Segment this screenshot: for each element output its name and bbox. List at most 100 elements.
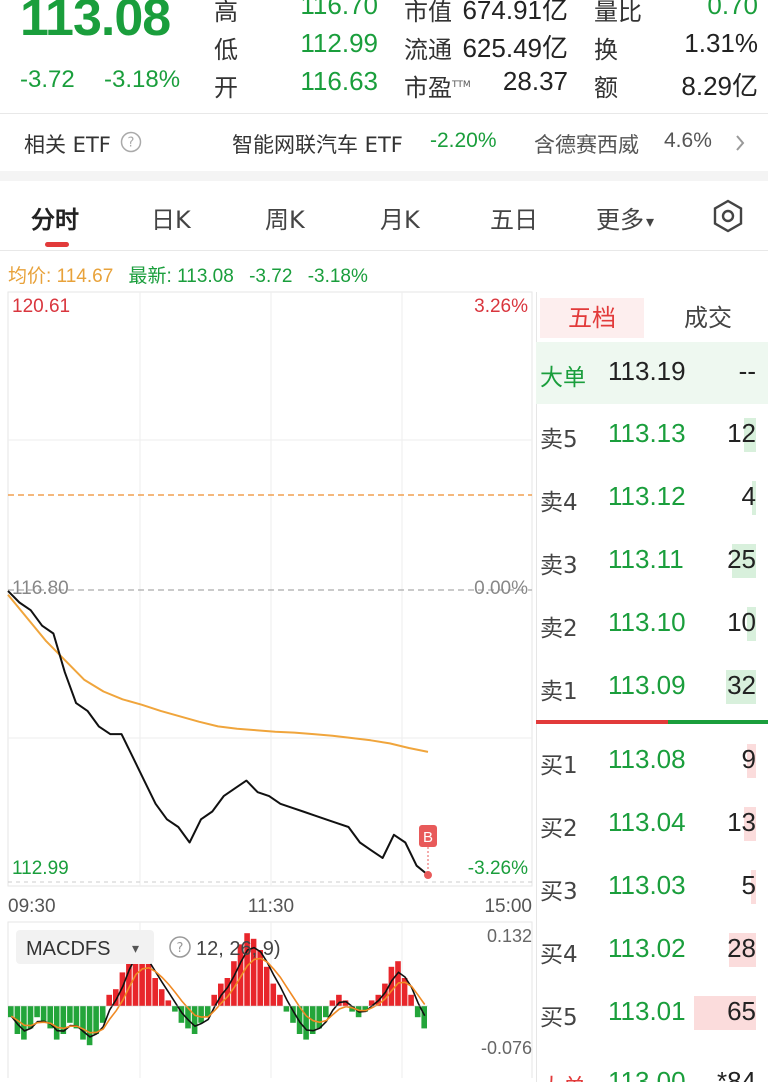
stat-turnover: 1.31% xyxy=(684,28,758,58)
bid-ask-ratio-green xyxy=(668,720,768,724)
stat-open: 116.63 xyxy=(300,66,378,96)
active-tab-indicator xyxy=(45,242,69,247)
etf-holding-pct: 4.6% xyxy=(664,129,712,152)
stat-pe: 28.37 xyxy=(502,66,568,96)
macd-bar xyxy=(40,1006,47,1023)
stat-float: 625.49亿 xyxy=(462,33,568,63)
ask-price: 113.11 xyxy=(608,544,684,574)
macd-bar xyxy=(408,994,414,1006)
macd-bar xyxy=(152,978,158,1006)
macd-bar xyxy=(303,1006,309,1040)
hexagon-settings-icon[interactable] xyxy=(710,198,746,238)
chart-info-line: 均价: 114.67 最新: 113.08 -3.72 -3.18% xyxy=(8,261,368,288)
last-change: -3.72 xyxy=(249,266,293,287)
last-price-value: 113.08 xyxy=(177,266,234,287)
stat-low: 112.99 xyxy=(300,28,378,58)
price-change-pct: -3.18% xyxy=(104,66,181,93)
divider xyxy=(0,113,768,114)
bid-row[interactable]: 买3 113.03 5 xyxy=(536,862,768,912)
macd-bar xyxy=(34,1006,40,1018)
ask-label: 卖1 xyxy=(540,679,578,705)
avg-price-series xyxy=(7,594,429,753)
intraday-chart[interactable]: 120.61 3.26% 116.80 0.00% 112.99 -3.26% … xyxy=(0,288,536,1082)
macd-bar xyxy=(53,1006,60,1040)
macd-bar xyxy=(99,1006,106,1023)
bid-row[interactable]: 买1 113.08 9 xyxy=(536,736,768,786)
ask-label: 卖3 xyxy=(540,553,578,579)
bid-row[interactable]: 买5 113.01 65 xyxy=(536,988,768,1038)
big-buy-row: 大单 113.00 *84 xyxy=(536,1058,768,1082)
price-series xyxy=(7,590,429,876)
chevron-right-icon[interactable] xyxy=(734,133,746,158)
ask-price: 113.12 xyxy=(608,481,686,511)
macd-bar xyxy=(224,978,231,1006)
ask-price: 113.13 xyxy=(608,418,686,448)
bid-price: 113.03 xyxy=(608,870,686,900)
ask-row[interactable]: 卖2 113.10 10 xyxy=(536,599,768,649)
x-label-open: 09:30 xyxy=(8,896,56,917)
tab-more[interactable]: 更多 ▾ xyxy=(596,200,654,235)
order-book-tabs: 五档 成交 xyxy=(540,296,764,338)
tab-five-day[interactable]: 五日 xyxy=(490,200,538,235)
macd-bar xyxy=(172,1006,178,1012)
big-sell-label: 大单 xyxy=(540,365,586,391)
bid-row[interactable]: 买2 113.04 13 xyxy=(536,799,768,849)
bid-label: 买3 xyxy=(540,879,578,905)
tab-intraday[interactable]: 分时 xyxy=(31,200,79,235)
tab-trades[interactable]: 成交 xyxy=(656,298,760,338)
ask-row[interactable]: 卖1 113.09 32 xyxy=(536,662,768,712)
ask-row[interactable]: 卖3 113.11 25 xyxy=(536,536,768,586)
chevron-down-icon: ▾ xyxy=(646,211,655,231)
x-label-noon: 11:30 xyxy=(248,896,294,917)
tab-five-level[interactable]: 五档 xyxy=(540,298,644,338)
bid-volume: 9 xyxy=(741,744,756,774)
quote-header: 113.08 -3.72 -3.18% 高 116.70 低 112.99 开 … xyxy=(0,0,768,112)
stat-volratio: 0.70 xyxy=(707,0,758,20)
bid-label: 买5 xyxy=(540,1005,578,1031)
tab-monthly-k[interactable]: 月K xyxy=(380,200,420,235)
big-sell-price: 113.19 xyxy=(608,356,686,386)
question-circle-icon[interactable]: ? xyxy=(120,131,142,158)
ask-row[interactable]: 卖4 113.12 4 xyxy=(536,473,768,523)
macd-bar xyxy=(8,1006,14,1018)
macd-bar xyxy=(198,1006,204,1023)
bid-label: 买4 xyxy=(540,942,578,968)
ask-price: 113.10 xyxy=(608,607,686,637)
macd-bar xyxy=(277,994,283,1006)
ask-price: 113.09 xyxy=(608,670,686,700)
macd-bar xyxy=(329,1000,336,1006)
etf-label: 相关 ETF xyxy=(24,133,111,157)
macd-params: 12, 26, 9) xyxy=(196,938,281,960)
question-circle-icon[interactable]: ? xyxy=(169,936,191,958)
avg-price-line xyxy=(7,594,429,753)
ask-volume: 10 xyxy=(727,607,756,637)
stat-label-low: 低 xyxy=(214,36,238,64)
macd-bar xyxy=(165,1000,172,1006)
macd-bar xyxy=(270,983,277,1006)
y-bottom-pct: -3.26% xyxy=(468,858,528,879)
ask-volume: 32 xyxy=(727,670,756,700)
tab-weekly-k[interactable]: 周K xyxy=(265,200,305,235)
stat-label-turnover: 换 xyxy=(594,36,618,64)
stat-label-mktcap: 市值 xyxy=(404,0,452,26)
last-price-label: 最新: xyxy=(128,266,172,287)
ask-label: 卖2 xyxy=(540,616,578,642)
price-change: -3.72 xyxy=(20,66,75,93)
ask-row[interactable]: 卖5 113.13 12 xyxy=(536,410,768,460)
bid-volume: 5 xyxy=(741,870,756,900)
related-etf-row[interactable]: 相关 ETF ? 智能网联汽车 ETF -2.20% 含德赛西威 4.6% xyxy=(0,115,768,171)
stat-mktcap: 674.91亿 xyxy=(462,0,568,25)
bid-label: 买2 xyxy=(540,816,578,842)
macd-bar xyxy=(67,1006,73,1023)
y-bottom-label: 112.99 xyxy=(12,858,69,879)
bid-row[interactable]: 买4 113.02 28 xyxy=(536,925,768,975)
y-top-label: 120.61 xyxy=(12,296,70,317)
bid-price: 113.01 xyxy=(608,996,686,1026)
divider xyxy=(0,250,768,251)
bid-volume: 65 xyxy=(727,996,756,1026)
bid-ask-ratio-red xyxy=(536,720,668,724)
macd-bar xyxy=(316,1006,322,1029)
macd-label[interactable]: MACDFS xyxy=(26,938,110,960)
macd-bar xyxy=(283,1006,290,1012)
tab-daily-k[interactable]: 日K xyxy=(151,200,191,235)
